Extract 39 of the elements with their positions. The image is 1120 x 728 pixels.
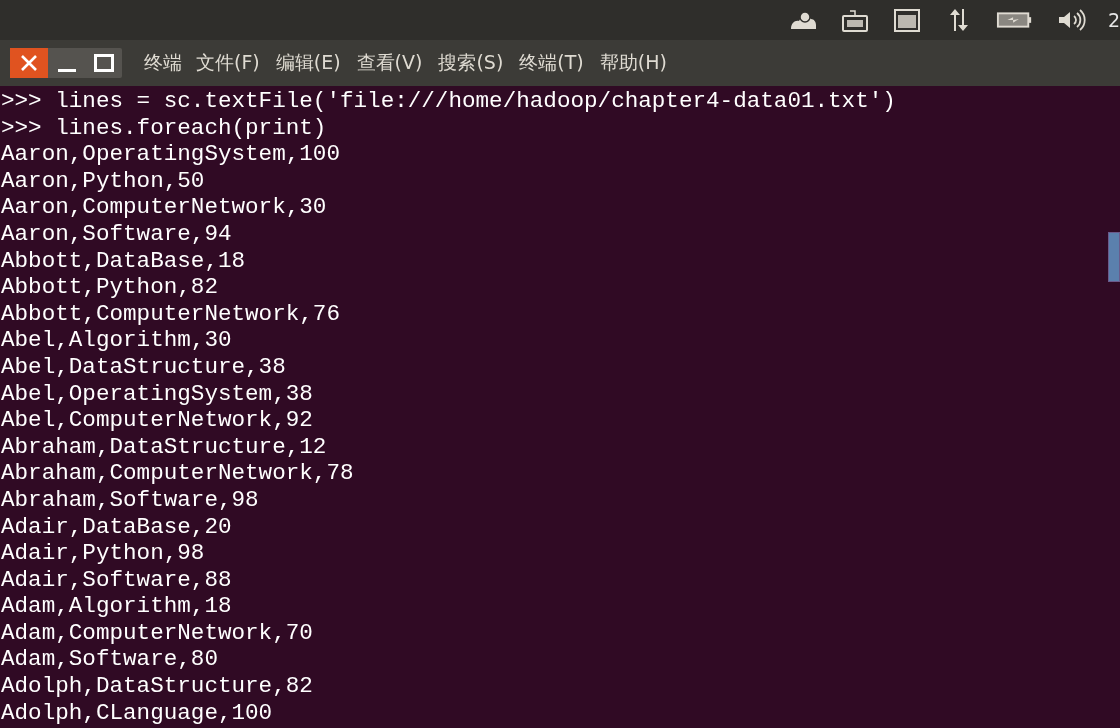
terminal-line: Abraham,DataStructure,12 (0, 433, 327, 461)
terminal-line: Aaron,ComputerNetwork,30 (0, 194, 327, 221)
terminal-line: Adair,Python,98 (0, 540, 205, 567)
terminal-line: Adair,DataBase,20 (0, 513, 232, 541)
menu-item[interactable]: 帮助(H) (599, 50, 667, 76)
close-button[interactable] (10, 48, 48, 78)
clock-text[interactable]: 2 (1108, 9, 1120, 31)
terminal-line: Abraham,Software,98 (0, 486, 259, 514)
terminal-line: Aaron,Software,94 (0, 220, 232, 248)
terminal-line: Abbott,ComputerNetwork,76 (0, 300, 340, 328)
terminal-line: Aaron,Python,50 (0, 167, 205, 195)
close-icon (20, 54, 38, 72)
terminal-line: >>> lines = sc.textFile('file:///home/hadoop/chapter4-data01.txt') (0, 88, 896, 115)
terminal-line: Abbott,Python,82 (0, 274, 218, 301)
terminal-line: Abel,Algorithm,30 (0, 327, 232, 354)
terminal-line: Abel,OperatingSystem,38 (0, 380, 313, 408)
terminal-line: Adair,Software,88 (0, 566, 232, 594)
volume-icon[interactable] (1056, 7, 1086, 33)
menu-item[interactable]: 查看(V) (356, 50, 423, 76)
terminal-line: Adolph,CLanguage,100 (0, 699, 273, 727)
menu-item[interactable]: 终端(T) (519, 50, 584, 76)
terminal-line: Abraham,ComputerNetwork,78 (0, 460, 354, 487)
terminal-line: Aaron,OperatingSystem,100 (0, 141, 340, 168)
terminal-line: Adam,Algorithm,18 (0, 593, 232, 620)
terminal-line: Abbott,DataBase,18 (0, 247, 246, 275)
keyboard-icon[interactable] (840, 7, 870, 33)
app-title: 终端 (144, 50, 182, 75)
terminal-line: Abel,ComputerNetwork,92 (0, 407, 313, 434)
scrollbar-thumb[interactable] (1108, 232, 1120, 282)
menu-item[interactable]: 文件(F) (196, 50, 260, 76)
menu-item[interactable]: 搜索(S) (438, 50, 504, 76)
terminal-line: >>> lines.foreach(print) (0, 114, 327, 142)
menu-item[interactable]: 编辑(E) (275, 50, 341, 76)
terminal-line: Adam,ComputerNetwork,70 (0, 619, 313, 647)
terminal-line: Adolph,DataStructure,82 (0, 673, 313, 700)
minimize-icon (57, 68, 76, 72)
terminal-line: Abel,DataStructure,38 (0, 353, 286, 381)
terminal-line: Adam,Software,80 (0, 646, 218, 674)
maximize-icon (93, 54, 114, 72)
